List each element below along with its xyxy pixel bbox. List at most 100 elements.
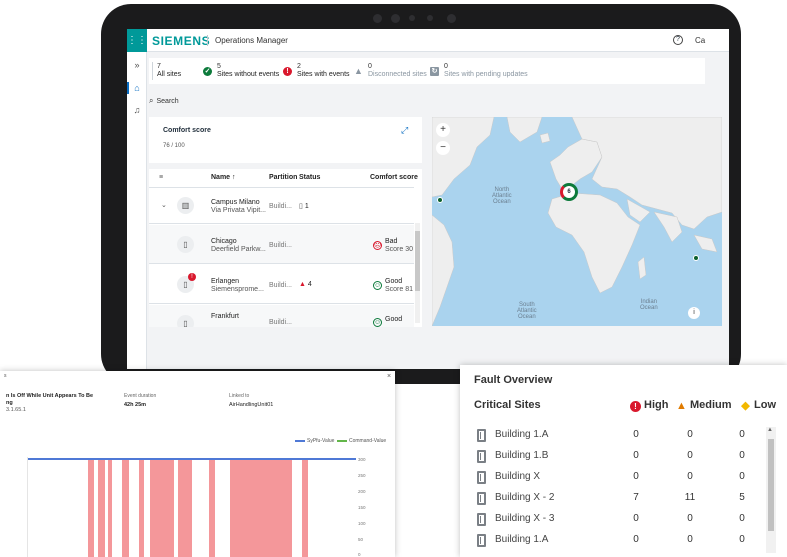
divider xyxy=(149,187,414,188)
app-switcher-icon[interactable]: ⋮⋮ xyxy=(127,29,147,52)
site-name: Building X - 2 xyxy=(495,492,555,503)
update-icon: ↻ xyxy=(430,67,439,76)
high-severity-icon: ! xyxy=(630,401,641,412)
top-bar: ⋮⋮ SIEMENS Operations Manager ? Ca xyxy=(127,29,729,52)
scroll-thumb[interactable] xyxy=(768,439,774,531)
marketing-composite: ⋮⋮ SIEMENS Operations Manager ? Ca » ⌂ ♫… xyxy=(0,0,787,557)
expand-nav-icon[interactable]: » xyxy=(131,59,143,71)
event-bar xyxy=(88,459,94,557)
list-scrollbar[interactable]: ▲ xyxy=(766,427,776,553)
row-partition: Buildi... xyxy=(269,319,292,326)
setpoint-line xyxy=(28,458,356,460)
site-name: Building 1.B xyxy=(495,450,549,461)
y-tick: 200 xyxy=(358,489,366,494)
home-icon[interactable]: ⌂ xyxy=(131,82,143,94)
low-severity-icon: ◆ xyxy=(741,400,750,412)
medium-count: 0 xyxy=(687,429,693,440)
event-bar xyxy=(122,459,129,557)
summary-count: 7 xyxy=(157,63,161,70)
expand-icon[interactable]: ⤢ xyxy=(401,125,408,136)
summary-count: 0 xyxy=(368,63,372,70)
site-summary-bar: 7 All sites ✓ 5 Sites without events ! 2… xyxy=(149,58,705,84)
building-icon: ▯ xyxy=(177,315,194,327)
row-partition: Buildi... xyxy=(269,203,292,210)
world-map[interactable]: + − North Atlantic Ocean South Atlantic Ocea… xyxy=(432,117,722,326)
high-count: 7 xyxy=(633,492,639,503)
list-item[interactable]: Building X 0 0 0 xyxy=(474,469,764,490)
severity-low: ◆ Low xyxy=(741,399,776,412)
low-count: 0 xyxy=(739,534,745,545)
table-scrollbar[interactable] xyxy=(415,223,420,323)
close-icon[interactable]: × xyxy=(387,373,391,380)
table-row[interactable]: ▯ ! Erlangen Siemensprome... Buildi... ▲ … xyxy=(149,265,414,303)
col-status[interactable]: Status xyxy=(299,174,320,181)
row-partition: Buildi... xyxy=(269,282,292,289)
info-button[interactable]: i xyxy=(688,307,700,319)
building-icon xyxy=(477,513,486,526)
linked-value[interactable]: AirHandlingUnit01 xyxy=(229,402,273,408)
search-bar[interactable]: ⌕ Search xyxy=(149,96,705,108)
event-bar xyxy=(139,459,144,557)
map-label-indian-ocean: Indian Ocean xyxy=(640,299,658,311)
help-icon[interactable]: ? xyxy=(673,35,683,45)
summary-disconnected[interactable]: 0 Disconnected sites xyxy=(368,63,427,79)
summary-all-sites[interactable]: 7 All sites xyxy=(157,63,181,79)
table-row[interactable]: ▯ Frankfurt Buildi... ☺ Good xyxy=(149,305,414,327)
legend-item: Command-Value xyxy=(337,438,386,444)
smile-face-icon: ☺ xyxy=(373,281,382,290)
row-comfort: Bad Score 30 xyxy=(385,238,414,253)
list-item[interactable]: Building X - 2 7 11 5 xyxy=(474,490,764,511)
medium-count: 0 xyxy=(687,450,693,461)
site-marker[interactable] xyxy=(437,197,443,203)
chevron-down-icon[interactable]: ⌄ xyxy=(161,201,167,209)
row-name: Campus Milano Via Privata Vipit... xyxy=(211,199,266,214)
row-name: Chicago Deerfield Parkw... xyxy=(211,238,266,253)
list-item[interactable]: Building 1.A 0 0 0 xyxy=(474,427,764,448)
bell-icon[interactable]: ♫ xyxy=(131,104,143,116)
camera-dot xyxy=(447,14,456,23)
summary-pending-updates[interactable]: 0 Sites with pending updates xyxy=(444,63,528,79)
building-icon: ▯ xyxy=(177,236,194,253)
divider xyxy=(149,223,414,224)
col-partition[interactable]: Partition xyxy=(269,174,297,181)
event-title: n Is Off While Unit Appears To Be ng 3.1.6… xyxy=(6,393,94,413)
list-item[interactable]: Building X - 3 0 0 0 xyxy=(474,511,764,532)
list-item[interactable]: Building 1.B 0 0 0 xyxy=(474,448,764,469)
zoom-out-button[interactable]: − xyxy=(436,141,450,155)
camera-dot xyxy=(373,14,382,23)
site-marker[interactable] xyxy=(693,255,699,261)
high-count: 0 xyxy=(633,450,639,461)
side-nav: » ⌂ ♫ xyxy=(127,52,147,369)
table-row[interactable]: ▯ Chicago Deerfield Parkw... Buildi... ☹ … xyxy=(149,225,414,263)
zoom-in-button[interactable]: + xyxy=(436,123,450,137)
fault-overview-card: Fault Overview Critical Sites ! High ▲ Med… xyxy=(460,365,787,557)
summary-without-events[interactable]: 5 Sites without events xyxy=(217,63,279,79)
user-avatar[interactable]: Ca xyxy=(695,36,705,45)
event-bar xyxy=(230,459,292,557)
scroll-thumb[interactable] xyxy=(415,231,420,291)
row-comfort: Good Score 81 xyxy=(385,278,414,293)
legend-swatch xyxy=(337,439,347,442)
col-comfort[interactable]: Comfort score xyxy=(370,174,418,181)
site-cluster-marker[interactable]: 6 xyxy=(560,183,578,201)
critical-sites-heading: Critical Sites xyxy=(474,399,541,411)
summary-with-events[interactable]: 2 Sites with events xyxy=(297,63,350,79)
divider xyxy=(152,62,153,80)
search-input[interactable]: Search xyxy=(156,98,178,105)
medium-count: 0 xyxy=(687,534,693,545)
alarm-bell-icon: ▲ xyxy=(299,281,306,288)
building-icon xyxy=(477,534,486,547)
scroll-up-icon[interactable]: ▲ xyxy=(767,427,773,433)
filter-icon[interactable]: ≡ xyxy=(159,174,163,181)
list-item[interactable]: Building 1.A 0 0 0 xyxy=(474,532,764,553)
y-tick: 150 xyxy=(358,505,366,510)
col-name[interactable]: Name ↑ xyxy=(211,174,236,181)
summary-label: Sites without events xyxy=(217,71,280,78)
table-row[interactable]: ⌄ ▥ Campus Milano Via Privata Vipit... Bu… xyxy=(149,189,414,223)
camera-dot xyxy=(427,15,433,21)
summary-count: 5 xyxy=(217,63,221,70)
summary-label: All sites xyxy=(157,71,182,78)
campus-icon: ▥ xyxy=(177,197,194,214)
search-icon: ⌕ xyxy=(149,96,154,105)
camera-dot xyxy=(391,14,400,23)
